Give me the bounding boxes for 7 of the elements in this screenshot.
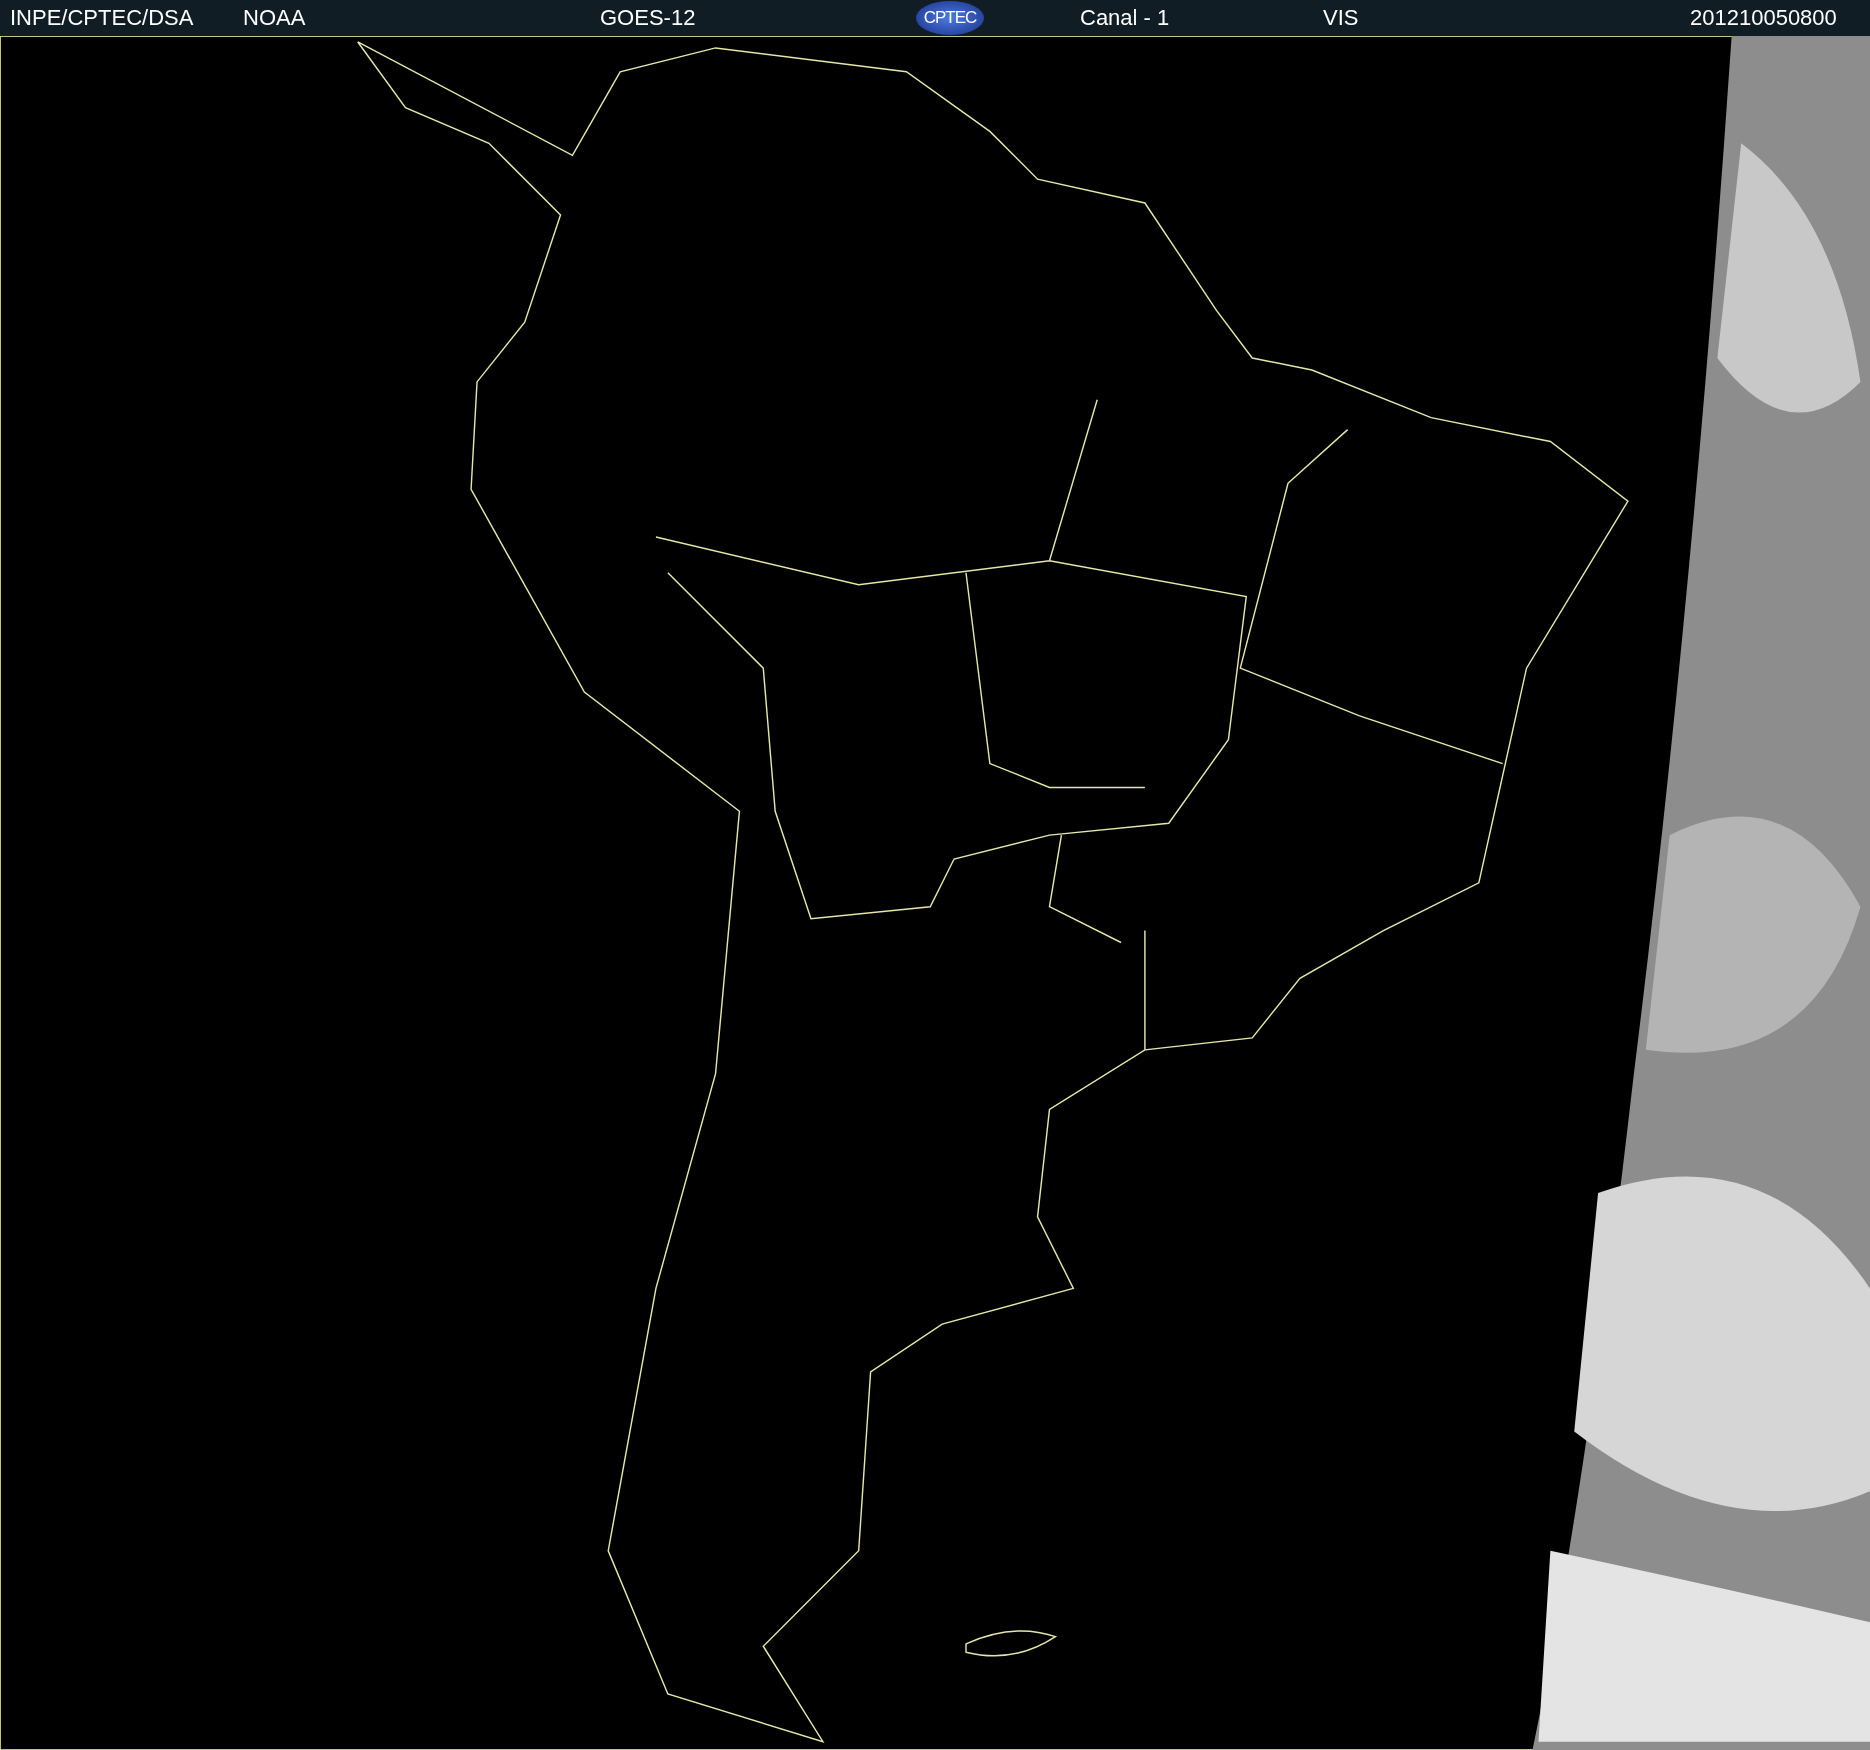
header-label: INPE/CPTEC/DSA bbox=[10, 5, 194, 31]
header-label: Canal - 1 bbox=[1080, 5, 1170, 31]
logo: CPTEC bbox=[916, 1, 984, 35]
header-label: VIS bbox=[1323, 5, 1359, 31]
header-label: NOAA bbox=[243, 5, 306, 31]
header-label: GOES-12 bbox=[600, 5, 696, 31]
header-label: 201210050800 bbox=[1690, 5, 1837, 31]
